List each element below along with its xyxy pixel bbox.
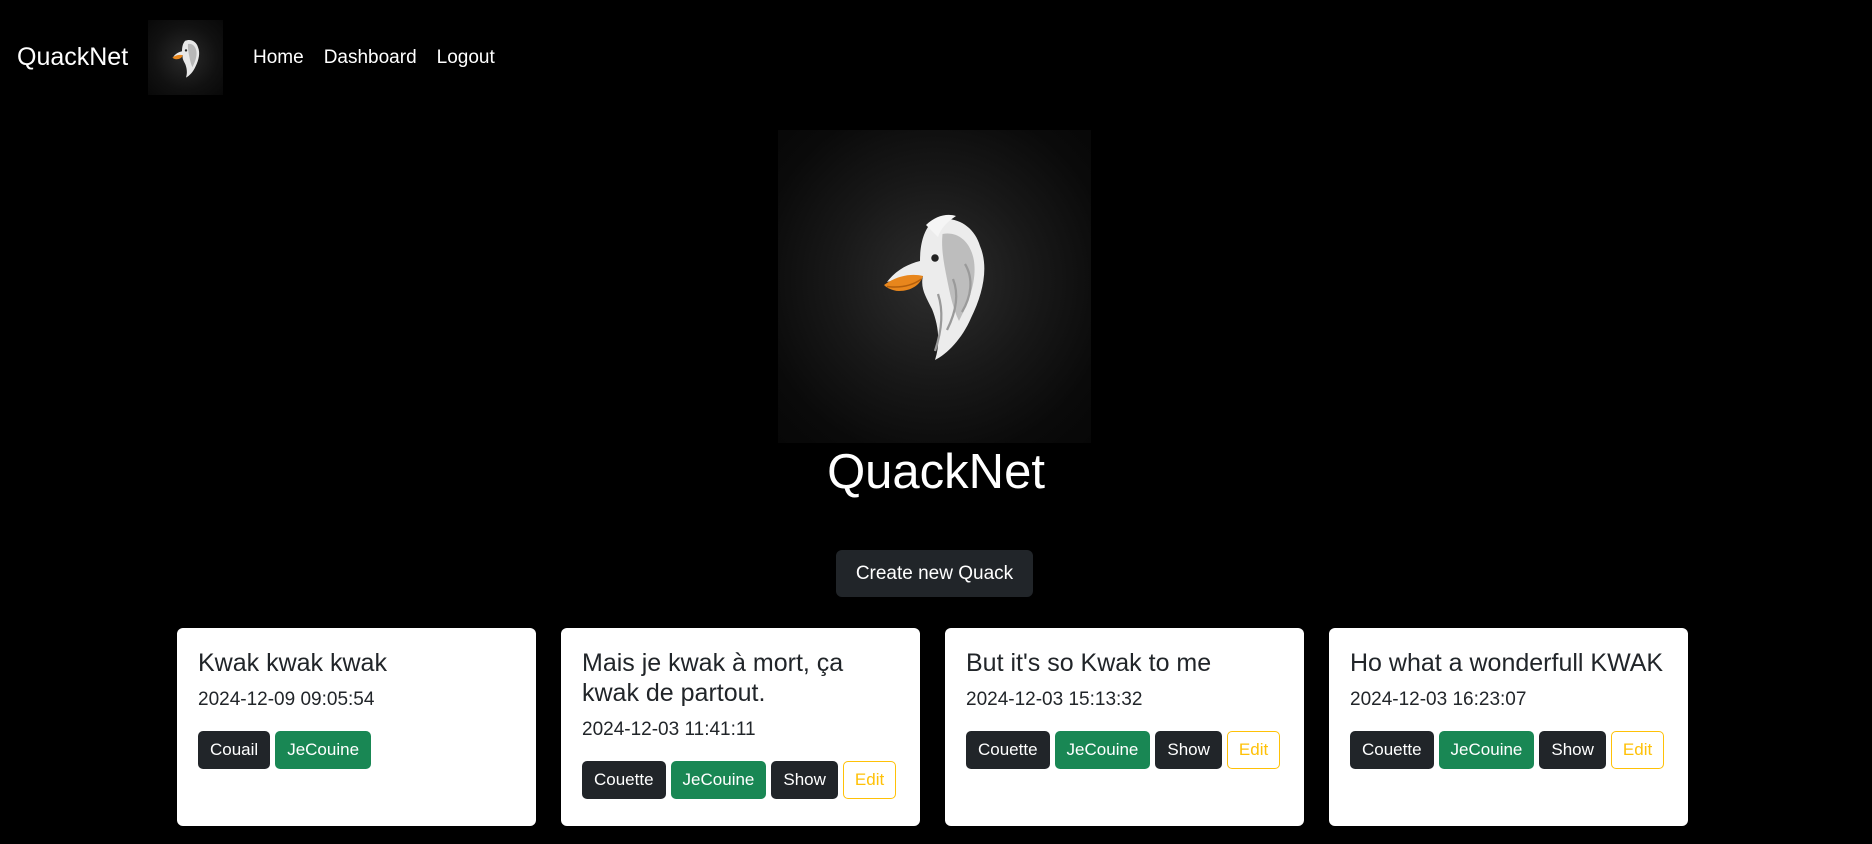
quack-date: 2024-12-03 11:41:11 xyxy=(582,719,756,740)
nav-links: Home Dashboard Logout xyxy=(253,46,495,70)
quack-card: Kwak kwak kwak 2024-12-09 09:05:54 Couai… xyxy=(177,628,536,826)
quack-title: Kwak kwak kwak xyxy=(198,649,387,677)
quack-date: 2024-12-03 15:13:32 xyxy=(966,689,1143,710)
jecouine-button[interactable]: JeCouine xyxy=(670,761,767,799)
show-button[interactable]: Show xyxy=(1539,731,1606,769)
nav-link-logout[interactable]: Logout xyxy=(437,46,495,70)
navbar: QuackNet Home Dashboard Logout xyxy=(0,0,1872,116)
nav-link-home[interactable]: Home xyxy=(253,46,304,70)
show-button[interactable]: Show xyxy=(771,761,838,799)
page-title: QuackNet xyxy=(827,445,1045,499)
quack-title: Ho what a wonderfull KWAK xyxy=(1350,649,1664,677)
jecouine-button[interactable]: JeCouine xyxy=(1438,731,1535,769)
quack-card: But it's so Kwak to me 2024-12-03 15:13:… xyxy=(945,628,1304,826)
couette-button[interactable]: Couette xyxy=(582,761,666,799)
quack-list: Kwak kwak kwak 2024-12-09 09:05:54 Couai… xyxy=(177,628,1688,826)
duck-head-logo-icon xyxy=(171,39,199,78)
quack-actions: Couette JeCouine Show Edit xyxy=(1350,731,1667,769)
quack-actions: Couail JeCouine xyxy=(198,731,515,769)
jecouine-button[interactable]: JeCouine xyxy=(1054,731,1151,769)
quack-date: 2024-12-09 09:05:54 xyxy=(198,689,375,710)
quack-title: But it's so Kwak to me xyxy=(966,649,1212,677)
quack-actions: Couette JeCouine Show Edit xyxy=(966,731,1283,769)
duck-head-logo-icon xyxy=(883,214,984,360)
edit-button[interactable]: Edit xyxy=(1610,731,1665,769)
hero-logo xyxy=(778,130,1091,443)
brand-name[interactable]: QuackNet xyxy=(17,42,128,72)
nav-link-dashboard[interactable]: Dashboard xyxy=(324,46,417,70)
couail-button[interactable]: Couail xyxy=(198,731,271,769)
quack-title: Mais je kwak à mort, ça kwak de partout. xyxy=(582,649,844,707)
nav-logo[interactable] xyxy=(148,20,223,95)
quack-card: Ho what a wonderfull KWAK 2024-12-03 16:… xyxy=(1329,628,1688,826)
show-button[interactable]: Show xyxy=(1155,731,1222,769)
couette-button[interactable]: Couette xyxy=(1350,731,1434,769)
couette-button[interactable]: Couette xyxy=(966,731,1050,769)
quack-actions: Couette JeCouine Show Edit xyxy=(582,761,899,799)
create-quack-button[interactable]: Create new Quack xyxy=(836,550,1033,597)
edit-button[interactable]: Edit xyxy=(842,761,897,799)
quack-card: Mais je kwak à mort, ça kwak de partout.… xyxy=(561,628,920,826)
edit-button[interactable]: Edit xyxy=(1226,731,1281,769)
jecouine-button[interactable]: JeCouine xyxy=(275,731,372,769)
quack-date: 2024-12-03 16:23:07 xyxy=(1350,689,1527,710)
